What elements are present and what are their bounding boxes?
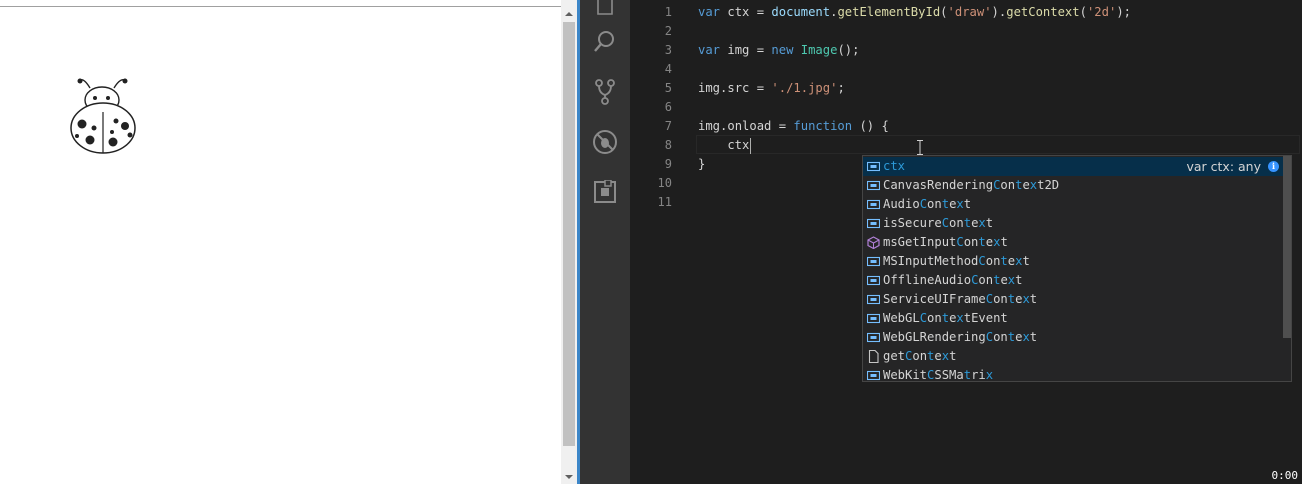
extensions-icon[interactable] bbox=[591, 178, 619, 206]
source-control-icon[interactable] bbox=[591, 78, 619, 106]
suggestion-label: MSInputMethodContext bbox=[883, 254, 1030, 268]
suggestion-item[interactable]: CanvasRenderingContext2D bbox=[863, 176, 1283, 195]
code-line-1: var ctx = document.getElementById('draw'… bbox=[698, 5, 1131, 19]
suggestion-item[interactable]: isSecureContext bbox=[863, 214, 1283, 233]
variable-icon bbox=[866, 217, 881, 230]
line-number: 1 bbox=[664, 5, 672, 19]
line-number: 11 bbox=[657, 195, 672, 209]
activity-bar: 1 bbox=[580, 0, 630, 484]
suggestion-label: AudioContext bbox=[883, 197, 972, 211]
browser-preview bbox=[0, 0, 577, 484]
suggestion-scrollbar[interactable] bbox=[1283, 156, 1291, 338]
code-line-5: img.src = './1.jpg'; bbox=[698, 81, 845, 95]
explorer-icon[interactable]: 1 bbox=[591, 0, 619, 18]
ibeam-cursor-icon bbox=[917, 140, 923, 155]
suggestion-label: CanvasRenderingContext2D bbox=[883, 178, 1060, 192]
current-line-highlight bbox=[696, 135, 1300, 154]
line-number: 6 bbox=[664, 100, 672, 114]
suggestion-label: OfflineAudioContext bbox=[883, 273, 1023, 287]
variable-icon bbox=[866, 255, 881, 268]
suggestion-item[interactable]: msGetInputContext bbox=[863, 233, 1283, 252]
variable-icon bbox=[866, 293, 881, 306]
suggestion-item[interactable]: WebGLContextEvent bbox=[863, 309, 1283, 328]
variable-icon bbox=[866, 369, 881, 381]
suggestion-widget[interactable]: ctx var ctx: any i CanvasRenderingContext2D… bbox=[862, 155, 1292, 382]
line-number: 7 bbox=[664, 119, 672, 133]
ladybug-image bbox=[70, 78, 136, 154]
suggestion-item[interactable]: getContext bbox=[863, 347, 1283, 366]
line-number: 4 bbox=[664, 62, 672, 76]
line-number: 10 bbox=[657, 176, 672, 190]
code-line-7: img.onload = function () { bbox=[698, 119, 889, 133]
variable-icon bbox=[866, 312, 881, 325]
scroll-down-arrow-icon[interactable] bbox=[561, 470, 577, 484]
code-editor: 1 1 2 3 4 5 6 7 8 9 10 11 var ctx = document.getEl… bbox=[580, 0, 1302, 484]
suggestion-label: WebGLContextEvent bbox=[883, 311, 1008, 325]
code-line-9: } bbox=[698, 157, 706, 171]
suggestion-item[interactable]: OfflineAudioContext bbox=[863, 271, 1283, 290]
suggestion-item[interactable]: WebKitCSSMatrix bbox=[863, 366, 1283, 382]
variable-icon bbox=[866, 179, 881, 192]
suggestion-item[interactable]: AudioContext bbox=[863, 195, 1283, 214]
code-line-8: ctx bbox=[698, 137, 752, 154]
suggestion-item[interactable]: WebGLRenderingContext bbox=[863, 328, 1283, 347]
suggestion-label: ServiceUIFrameContext bbox=[883, 292, 1038, 306]
recording-timer: 0:00 bbox=[1271, 469, 1299, 482]
suggestion-item[interactable]: MSInputMethodContext bbox=[863, 252, 1283, 271]
variable-icon bbox=[866, 160, 881, 173]
suggestion-label: WebGLRenderingContext bbox=[883, 330, 1038, 344]
browser-scroll-thumb[interactable] bbox=[563, 22, 575, 446]
suggestion-item[interactable]: ctx var ctx: any i bbox=[863, 157, 1283, 176]
line-number: 5 bbox=[664, 81, 672, 95]
text-icon bbox=[867, 349, 880, 364]
debug-icon[interactable] bbox=[591, 128, 619, 156]
line-number: 8 bbox=[664, 138, 672, 152]
variable-icon bbox=[866, 274, 881, 287]
variable-icon bbox=[866, 198, 881, 211]
line-number: 2 bbox=[664, 24, 672, 38]
search-icon[interactable] bbox=[591, 28, 619, 56]
line-number: 9 bbox=[664, 157, 672, 171]
method-icon bbox=[867, 236, 880, 250]
scroll-up-arrow-icon[interactable] bbox=[561, 7, 577, 21]
variable-icon bbox=[866, 331, 881, 344]
suggestion-label: WebKitCSSMatrix bbox=[883, 368, 994, 382]
suggestion-label: msGetInputContext bbox=[883, 235, 1008, 249]
browser-top-border bbox=[0, 6, 561, 7]
text-cursor bbox=[750, 137, 752, 154]
suggestion-label: isSecureContext bbox=[883, 216, 994, 230]
line-number: 3 bbox=[664, 43, 672, 57]
suggestion-label: getContext bbox=[883, 349, 957, 363]
suggestion-item[interactable]: ServiceUIFrameContext bbox=[863, 290, 1283, 309]
info-icon[interactable]: i bbox=[1268, 161, 1279, 172]
code-line-3: var img = new Image(); bbox=[698, 43, 860, 57]
suggestion-label: ctx bbox=[883, 159, 906, 173]
suggestion-detail: var ctx: any bbox=[1186, 159, 1261, 174]
